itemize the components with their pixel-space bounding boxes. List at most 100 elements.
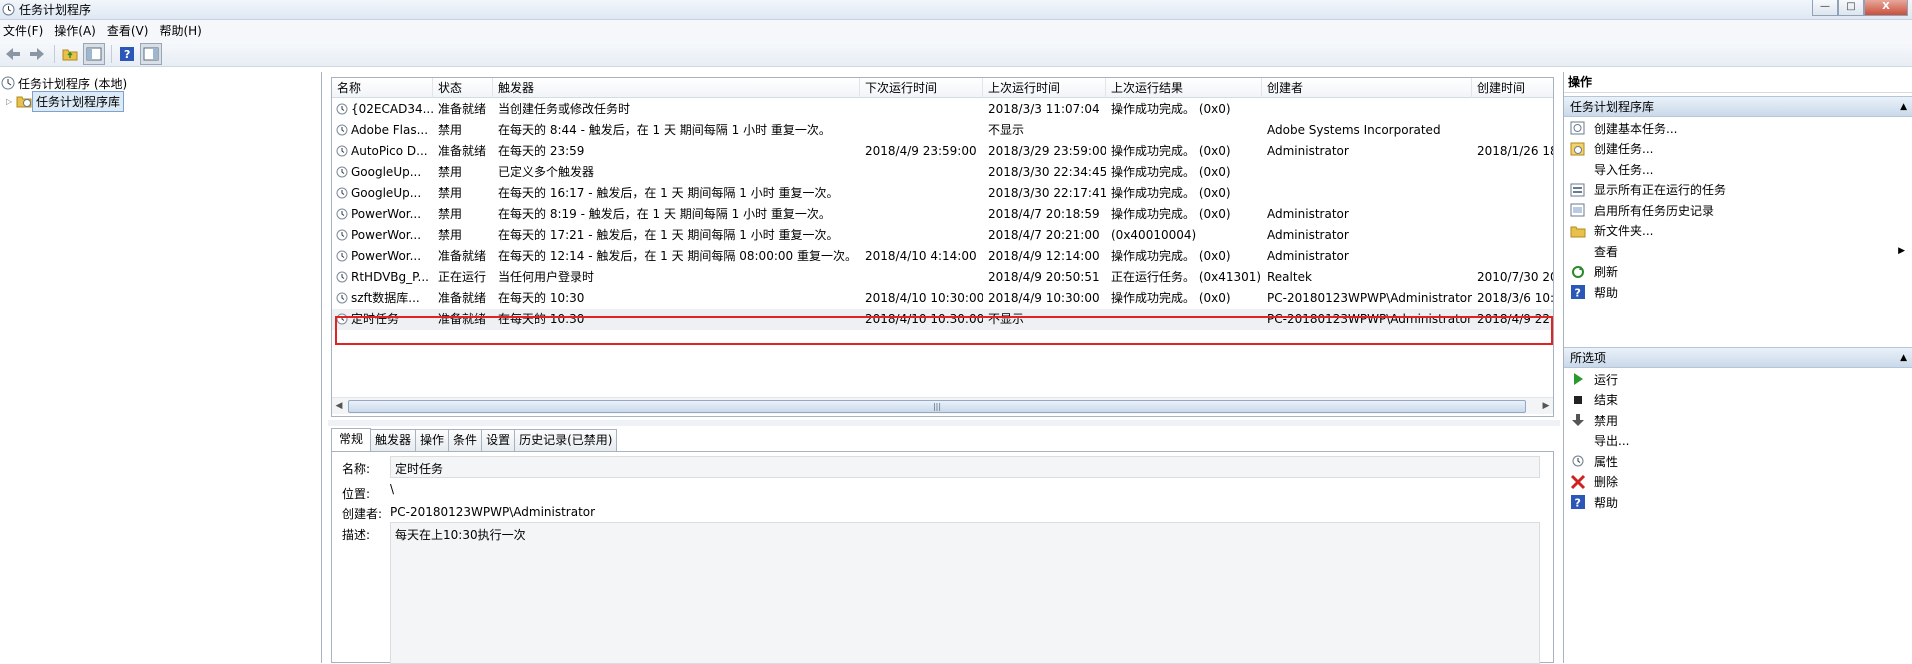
action-help[interactable]: ? 帮助: [1564, 492, 1912, 512]
action-create-basic-task[interactable]: 创建基本任务...: [1564, 118, 1912, 138]
action-create-task[interactable]: 创建任务...: [1564, 139, 1912, 159]
action-help[interactable]: ? 帮助: [1564, 282, 1912, 302]
table-cell: 在每天的 12:14 - 触发后，在 1 天 期间每隔 08:00:00 重复一…: [493, 246, 860, 267]
column-header-name[interactable]: 名称: [332, 78, 433, 98]
table-cell: 2018/4/9 12:14:00: [983, 246, 1106, 267]
menu-view[interactable]: 查看(V): [104, 22, 157, 39]
table-row[interactable]: Adobe Flas... 禁用 在每天的 8:44 - 触发后，在 1 天 期间每…: [332, 120, 1553, 141]
minimize-button[interactable]: —: [1812, 0, 1838, 16]
table-row[interactable]: GoogleUp... 禁用 已定义多个触发器 2018/3/30 22:34:45 操…: [332, 162, 1553, 183]
run-icon: [1570, 371, 1586, 387]
table-row[interactable]: RtHDVBg_P... 正在运行 当任何用户登录时 2018/4/9 20:50:5…: [332, 267, 1553, 288]
table-cell: [860, 204, 983, 225]
expand-arrow-icon[interactable]: ▷: [6, 97, 16, 106]
action-view[interactable]: 查看 ▶: [1564, 241, 1912, 261]
action-export[interactable]: 导出...: [1564, 431, 1912, 451]
section-header-library[interactable]: 任务计划程序库 ▲: [1564, 96, 1912, 117]
action-enable-task-history[interactable]: 启用所有任务历史记录: [1564, 200, 1912, 220]
tab-general[interactable]: 常规: [331, 428, 372, 451]
table-row[interactable]: GoogleUp... 禁用 在每天的 16:17 - 触发后，在 1 天 期间每隔…: [332, 183, 1553, 204]
table-cell: 2018/3/30 22:34:45: [983, 162, 1106, 183]
column-header-triggers[interactable]: 触发器: [493, 78, 860, 98]
table-cell: 正在运行任务。 (0x41301): [1106, 267, 1262, 288]
cell-text: 在每天的 16:17 - 触发后，在 1 天 期间每隔 1 小时 重复一次。: [498, 186, 839, 200]
cell-text: Adobe Systems Incorporated: [1267, 123, 1441, 137]
scroll-right-icon[interactable]: ▶: [1539, 400, 1553, 413]
action-delete[interactable]: 删除: [1564, 472, 1912, 492]
cell-text: 2018/4/10 10:30:00: [865, 291, 983, 305]
action-label: 帮助: [1594, 285, 1619, 300]
pane-splitter[interactable]: [328, 420, 1560, 426]
task-clock-icon: [336, 250, 348, 262]
cell-text: {02ECAD34...: [351, 102, 433, 116]
table-cell: 2018/4/7 20:21:00: [983, 225, 1106, 246]
table-row[interactable]: PowerWor... 准备就绪 在每天的 12:14 - 触发后，在 1 天 期间…: [332, 246, 1553, 267]
tab-triggers[interactable]: 触发器: [370, 429, 417, 451]
cell-text: Administrator: [1267, 207, 1349, 221]
table-row[interactable]: PowerWor... 禁用 在每天的 8:19 - 触发后，在 1 天 期间每隔 …: [332, 204, 1553, 225]
action-refresh[interactable]: 刷新: [1564, 262, 1912, 282]
cell-text: 操作成功完成。 (0x0): [1111, 144, 1231, 158]
table-row[interactable]: PowerWor... 禁用 在每天的 17:21 - 触发后，在 1 天 期间每隔…: [332, 225, 1553, 246]
horizontal-scrollbar[interactable]: ◀ ||| ▶: [332, 397, 1553, 414]
create-task-icon: [1570, 141, 1586, 157]
table-row[interactable]: {02ECAD34... 准备就绪 当创建任务或修改任务时 2018/3/3 11:0…: [332, 99, 1553, 120]
cell-text: 2018/4/7 20:18:59: [988, 207, 1100, 221]
cell-text: 准备就绪: [438, 291, 487, 305]
show-hide-action-pane-button[interactable]: [140, 42, 162, 65]
table-row[interactable]: szft数据库... 准备就绪 在每天的 10:30 2018/4/10 10:30:…: [332, 288, 1554, 309]
scroll-left-icon[interactable]: ◀: [332, 400, 346, 413]
action-run[interactable]: 运行: [1564, 369, 1912, 389]
tab-settings[interactable]: 设置: [481, 429, 516, 451]
section-header-selected[interactable]: 所选项 ▲: [1564, 347, 1912, 368]
cell-text: 在每天的 10:30: [498, 291, 585, 305]
description-field[interactable]: 每天在上10:30执行一次: [390, 522, 1540, 664]
table-cell: [1472, 183, 1553, 204]
title-bar: 任务计划程序 — □ X: [0, 0, 1912, 20]
maximize-button[interactable]: □: [1838, 0, 1864, 16]
action-disable[interactable]: 禁用: [1564, 410, 1912, 430]
up-folder-button[interactable]: [59, 43, 81, 65]
column-header-last-run[interactable]: 上次运行时间: [983, 78, 1106, 98]
back-button[interactable]: [2, 43, 24, 65]
table-cell: 2010/7/30 20:: [1472, 267, 1553, 288]
column-header-created[interactable]: 创建时间: [1472, 78, 1553, 98]
action-properties[interactable]: 属性: [1564, 451, 1912, 471]
cell-text: 正在运行任务。 (0x41301): [1111, 270, 1262, 284]
help-button[interactable]: ?: [116, 43, 138, 65]
cell-text: 2018/3/30 22:34:45: [988, 165, 1106, 179]
close-button[interactable]: X: [1864, 0, 1908, 16]
cell-text: 2018/3/6 10:3: [1477, 291, 1554, 305]
menu-help[interactable]: 帮助(H): [156, 22, 209, 39]
cell-text: 在每天的 8:44 - 触发后，在 1 天 期间每隔 1 小时 重复一次。: [498, 123, 831, 137]
table-cell: [1472, 246, 1553, 267]
action-label: 帮助: [1594, 495, 1619, 510]
action-display-running-tasks[interactable]: 显示所有正在运行的任务: [1564, 180, 1912, 200]
action-import-task[interactable]: 导入任务...: [1564, 159, 1912, 179]
submenu-arrow-icon: ▶: [1898, 246, 1905, 256]
menu-action[interactable]: 操作(A): [51, 22, 104, 39]
table-cell: 2018/3/3 11:07:04: [983, 99, 1106, 120]
cell-text: PowerWor...: [351, 207, 422, 221]
menu-file[interactable]: 文件(F): [0, 22, 51, 39]
tab-actions[interactable]: 操作: [415, 429, 450, 451]
tab-history[interactable]: 历史记录(已禁用): [514, 429, 618, 451]
table-row[interactable]: AutoPico D... 准备就绪 在每天的 23:59 2018/4/9 23:5…: [332, 141, 1553, 162]
column-header-next-run[interactable]: 下次运行时间: [860, 78, 983, 98]
name-field[interactable]: 定时任务: [390, 456, 1540, 478]
collapse-up-icon[interactable]: ▲: [1900, 97, 1907, 118]
column-header-status[interactable]: 状态: [433, 78, 493, 98]
show-hide-tree-button[interactable]: [83, 42, 105, 65]
scroll-thumb[interactable]: |||: [348, 400, 1526, 413]
collapse-up-icon[interactable]: ▲: [1900, 348, 1907, 369]
column-header-last-result[interactable]: 上次运行结果: [1106, 78, 1262, 98]
action-label: 显示所有正在运行的任务: [1594, 183, 1727, 197]
action-end[interactable]: 结束: [1564, 390, 1912, 410]
tab-conditions[interactable]: 条件: [448, 429, 483, 451]
tree-item-library[interactable]: ▷ 任务计划程序库: [6, 90, 125, 112]
table-cell: [1106, 120, 1262, 141]
forward-button[interactable]: [26, 43, 48, 65]
column-header-author[interactable]: 创建者: [1262, 78, 1472, 98]
action-new-folder[interactable]: 新文件夹...: [1564, 221, 1912, 241]
tree-item-root[interactable]: 任务计划程序 (本地): [1, 74, 130, 92]
